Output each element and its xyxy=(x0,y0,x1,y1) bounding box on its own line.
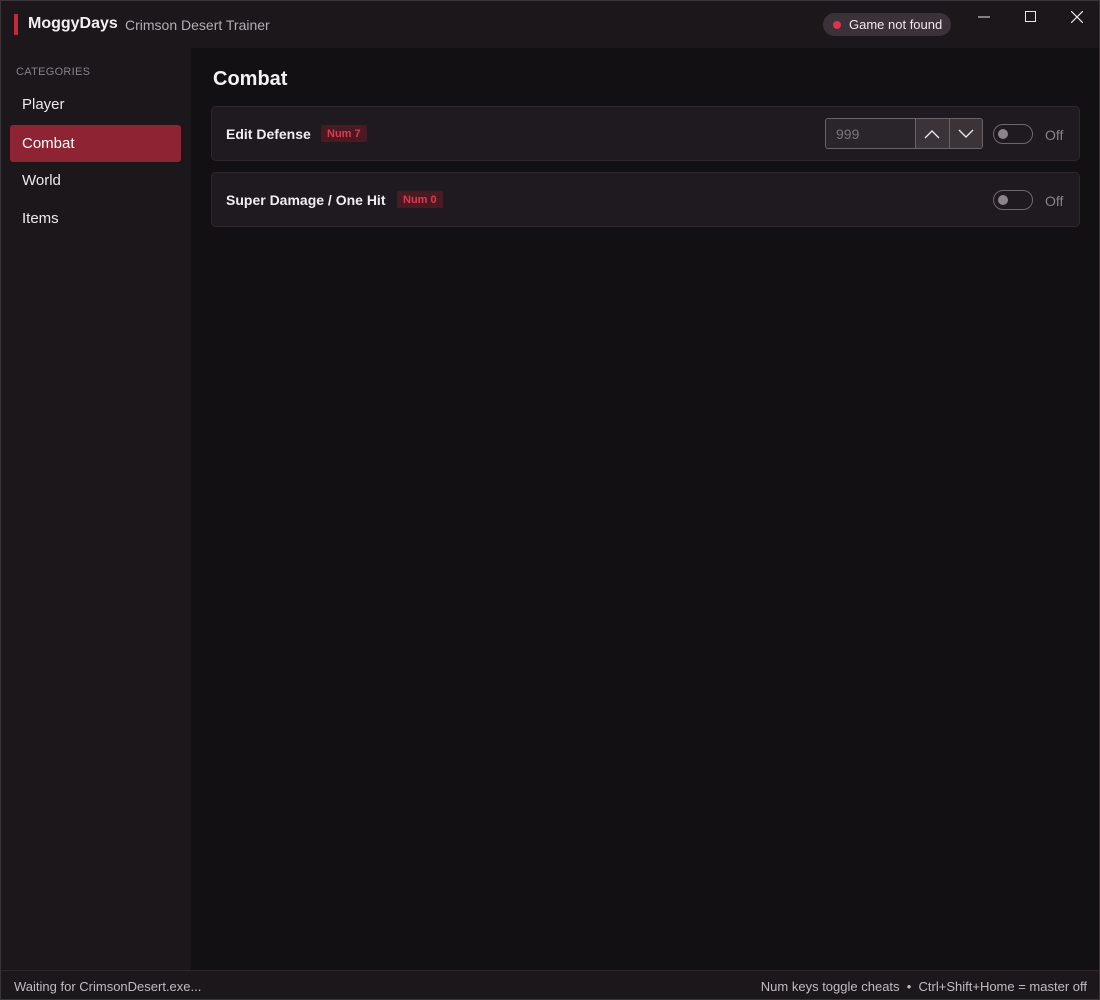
edit-defense-toggle[interactable] xyxy=(993,124,1033,144)
defense-value-stepper xyxy=(825,118,983,149)
trainer-window: MoggyDays Crimson Desert Trainer Game no… xyxy=(0,0,1100,1000)
process-status-text: Waiting for CrimsonDesert.exe... xyxy=(14,979,202,994)
close-icon xyxy=(1071,11,1083,23)
title-bar: MoggyDays Crimson Desert Trainer Game no… xyxy=(1,1,1099,48)
hotkey-badge: Num 7 xyxy=(321,125,367,142)
toggle-state-label: Off xyxy=(1045,127,1064,143)
categories-heading: CATEGORIES xyxy=(16,66,91,78)
cheat-name: Super Damage / One Hit xyxy=(226,192,386,208)
sidebar-item-label: Items xyxy=(22,210,59,227)
minimize-button[interactable] xyxy=(961,1,1007,33)
sidebar-item-world[interactable]: World xyxy=(10,162,181,199)
hotkey-hint-text: Num keys toggle cheats • Ctrl+Shift+Home… xyxy=(760,979,1087,994)
status-dot-icon xyxy=(833,20,841,29)
status-bar: Waiting for CrimsonDesert.exe... Num key… xyxy=(1,970,1099,999)
sidebar-item-combat[interactable]: Combat xyxy=(10,125,181,162)
cheat-name: Edit Defense xyxy=(226,126,311,142)
toggle-knob xyxy=(998,129,1008,139)
main-panel: Combat Edit Defense Num 7 999 Off Super … xyxy=(191,48,1099,970)
game-status-text: Game not found xyxy=(849,17,943,32)
chevron-up-icon xyxy=(924,129,940,138)
increment-button[interactable] xyxy=(915,119,949,148)
sidebar-item-label: World xyxy=(22,172,61,189)
sidebar-item-label: Player xyxy=(22,96,65,113)
app-subtitle: Crimson Desert Trainer xyxy=(125,17,270,33)
maximize-button[interactable] xyxy=(1008,1,1054,33)
hotkey-badge: Num 0 xyxy=(397,191,443,208)
sidebar: CATEGORIES Player Combat World Items xyxy=(1,48,191,970)
toggle-knob xyxy=(998,195,1008,205)
game-status-badge: Game not found xyxy=(823,13,951,36)
sidebar-item-label: Combat xyxy=(22,135,75,152)
chevron-down-icon xyxy=(958,129,974,138)
close-button[interactable] xyxy=(1054,1,1100,33)
brand-accent-bar xyxy=(14,14,18,35)
brand-name: MoggyDays xyxy=(28,15,118,32)
super-damage-toggle[interactable] xyxy=(993,190,1033,210)
cheat-card-super-damage: Super Damage / One Hit Num 0 Off xyxy=(211,172,1080,227)
toggle-state-label: Off xyxy=(1045,193,1064,209)
minimize-icon xyxy=(978,16,990,18)
maximize-icon xyxy=(1025,11,1036,22)
page-title: Combat xyxy=(213,68,288,90)
sidebar-item-player[interactable]: Player xyxy=(10,86,181,123)
decrement-button[interactable] xyxy=(948,119,982,148)
sidebar-item-items[interactable]: Items xyxy=(10,200,181,237)
cheat-card-edit-defense: Edit Defense Num 7 Off xyxy=(211,106,1080,161)
defense-value-input[interactable] xyxy=(826,119,915,148)
